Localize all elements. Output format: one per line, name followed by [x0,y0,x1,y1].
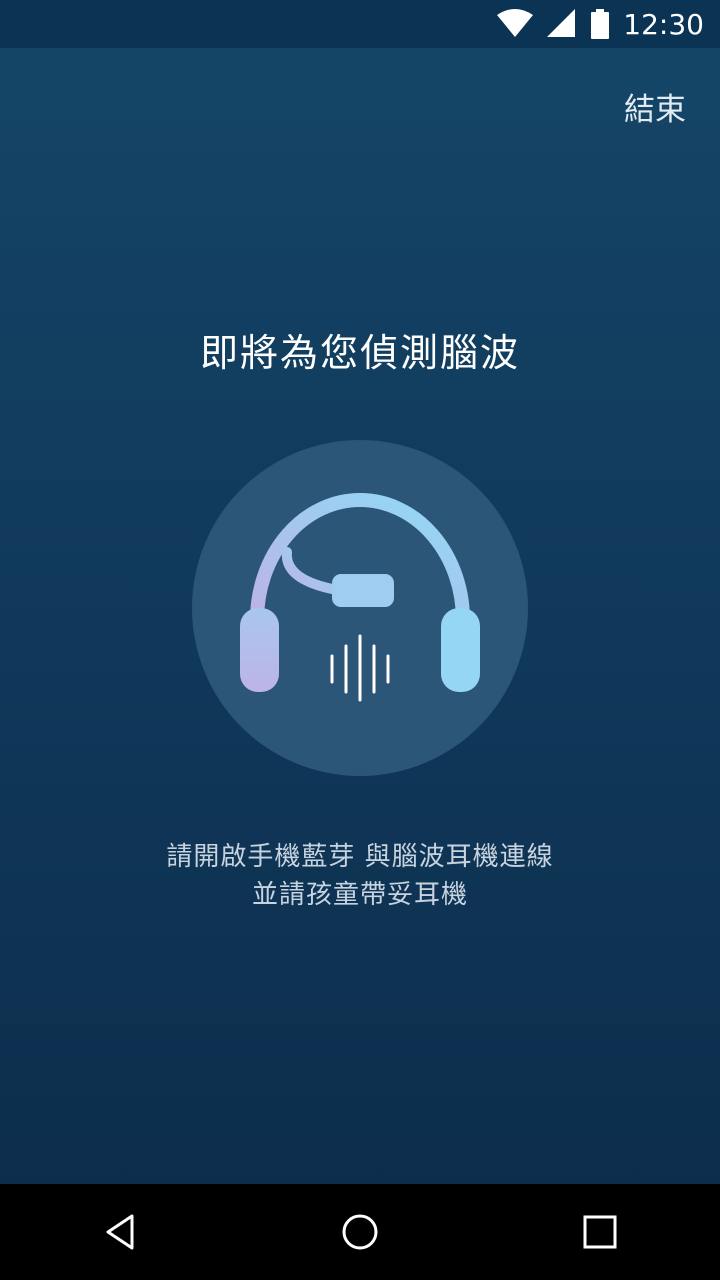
wifi-icon [497,9,534,37]
home-circle-icon [342,1214,378,1250]
recents-button[interactable] [560,1192,640,1272]
navigation-bar [0,1184,720,1280]
headphone-with-mic-icon [240,493,480,702]
cell-signal-icon [547,9,576,37]
recents-square-icon [583,1215,617,1249]
battery-icon [591,9,610,39]
status-icons: 12:30 [497,0,704,48]
home-button[interactable] [320,1192,400,1272]
clock: 12:30 [623,7,704,41]
instruction-line-1: 請開啟手機藍芽 與腦波耳機連線 [166,842,554,872]
back-triangle-icon [106,1214,134,1250]
page-title: 即將為您偵測腦波 [199,331,520,375]
back-button[interactable] [80,1192,160,1272]
status-bar: 12:30 [0,0,720,48]
instructions: 請開啟手機藍芽 與腦波耳機連線 並請孩童帶妥耳機 [0,838,720,914]
instruction-line-2: 並請孩童帶妥耳機 [251,880,468,910]
end-button[interactable]: 結束 [624,84,686,129]
sound-wave-icon [330,634,390,702]
